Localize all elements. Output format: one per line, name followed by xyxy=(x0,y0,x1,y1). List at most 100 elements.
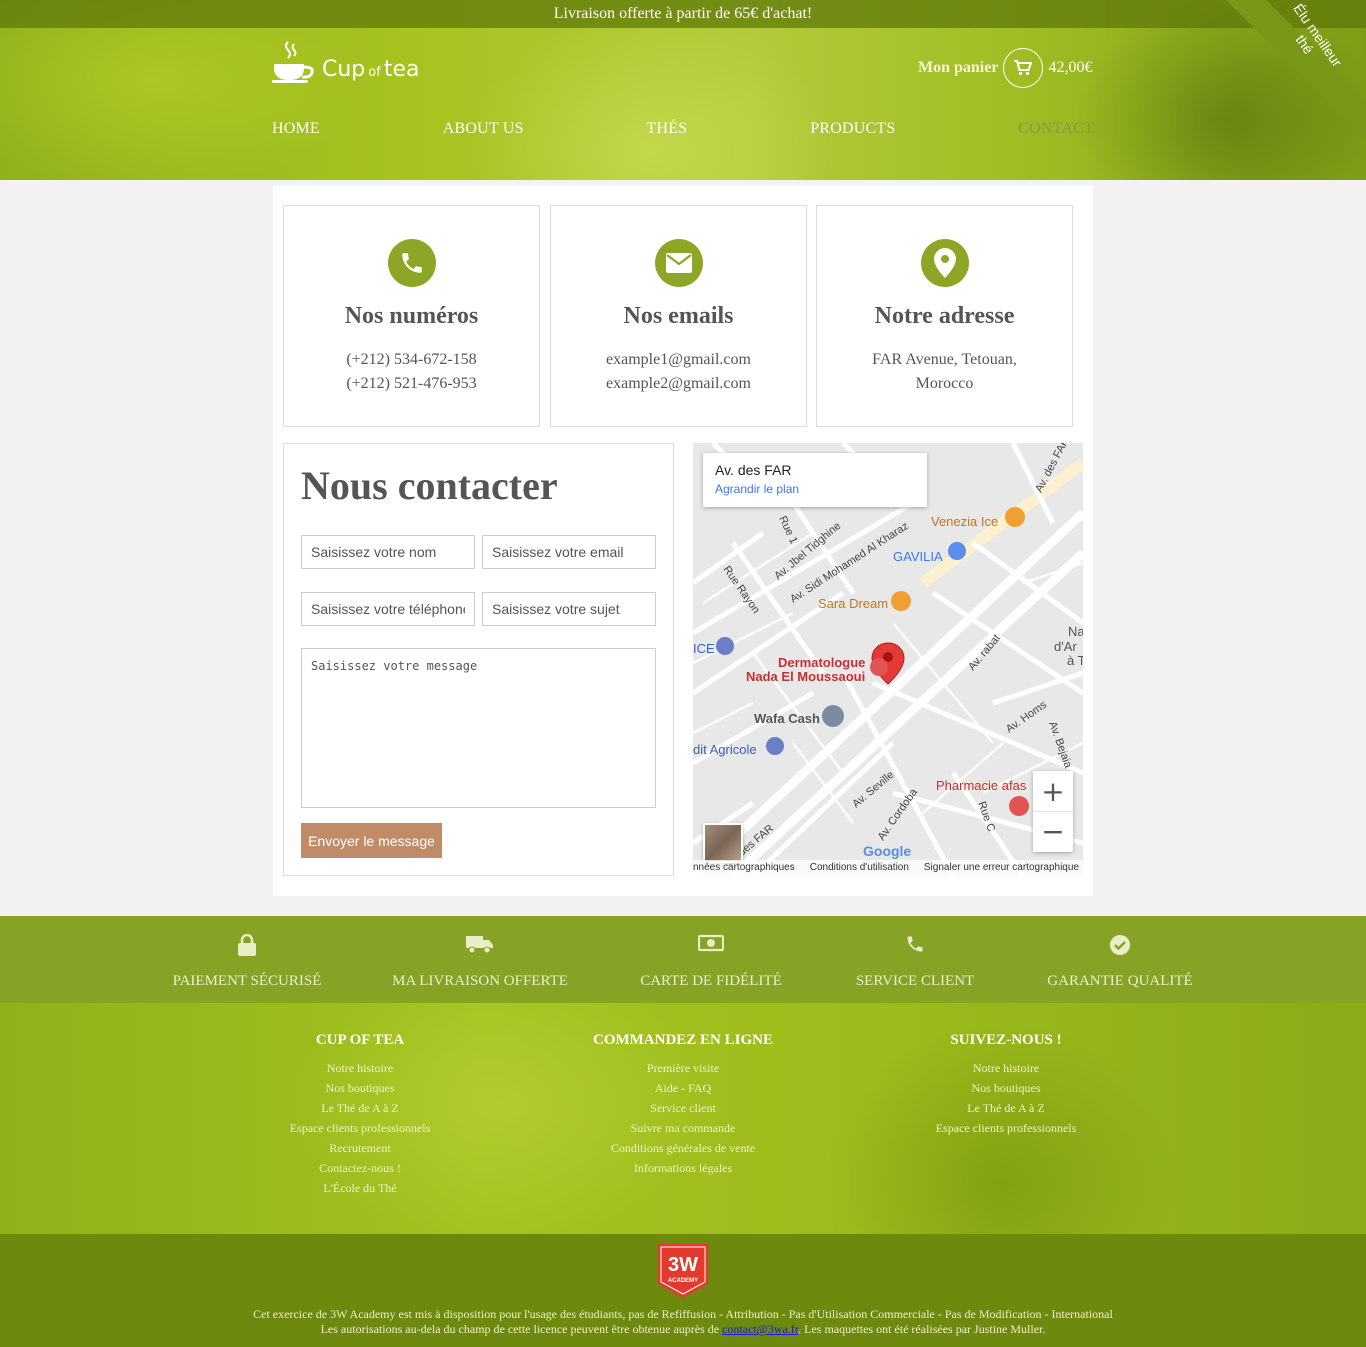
logo-wordmark: Cup of tea xyxy=(322,57,419,82)
map-label-sara: Sara Dream xyxy=(818,596,888,611)
svg-text:3W: 3W xyxy=(668,1254,698,1276)
map-tiles: Venezia Ice GAVILIA Sara Dream Dermatolo… xyxy=(693,443,1083,876)
map-data-link[interactable]: nnées cartographiques xyxy=(693,862,795,876)
name-input[interactable] xyxy=(301,535,475,569)
service-secure-payment: PAIEMENT SÉCURISÉ xyxy=(162,934,332,990)
map-label-na3: à T xyxy=(1067,653,1083,668)
email-1: example1@gmail.com xyxy=(606,351,751,368)
contact-email-link[interactable]: contact@3wa.fr xyxy=(722,1322,798,1336)
footer-link[interactable]: L'École du Thé xyxy=(260,1178,460,1198)
logo-word-tea: tea xyxy=(383,57,420,82)
footer-link[interactable]: Le Thé de A à Z xyxy=(260,1098,460,1118)
footer-link[interactable]: Service client xyxy=(573,1098,793,1118)
contact-form-title: Nous contacter xyxy=(301,463,558,508)
footer-link[interactable]: Suivre ma commande xyxy=(573,1118,793,1138)
nav-about-us[interactable]: ABOUT US xyxy=(443,120,524,138)
cart-widget[interactable]: Mon panier 42,00€ xyxy=(918,48,1092,88)
nav-home[interactable]: HOME xyxy=(272,120,320,138)
map-label-pharmacie: Pharmacie afas xyxy=(936,778,1027,793)
legal-line-2: Les autorisations au-dela du champ de ce… xyxy=(0,1322,1366,1337)
map-label-venezia: Venezia Ice xyxy=(931,514,998,529)
3w-academy-badge[interactable]: 3W ACADEMY xyxy=(658,1244,708,1298)
legal-notice: Cet exercice de 3W Academy est mis à dis… xyxy=(0,1307,1366,1337)
phone-icon xyxy=(907,936,923,952)
footer-col-follow-us: SUIVEZ-NOUS ! Notre histoire Nos boutiqu… xyxy=(906,1032,1106,1138)
map-pin-icon xyxy=(920,239,969,287)
send-message-button[interactable]: Envoyer le message xyxy=(301,823,442,858)
services-bar: PAIEMENT SÉCURISÉ MA LIVRAISON OFFERTE C… xyxy=(0,916,1366,1003)
map-zoom-control: + − xyxy=(1033,771,1073,852)
message-textarea[interactable] xyxy=(301,648,656,808)
satellite-toggle[interactable] xyxy=(703,823,743,863)
site-header: Livraison offerte à partir de 65€ d'acha… xyxy=(0,0,1366,180)
footer-link[interactable]: Informations légales xyxy=(573,1158,793,1178)
map-label-ice: ICE xyxy=(693,641,715,656)
map-label-credit: dit Agricole xyxy=(693,742,757,757)
address-line-2: Morocco xyxy=(915,375,974,392)
zoom-in-button[interactable]: + xyxy=(1033,771,1073,811)
service-label: GARANTIE QUALITÉ xyxy=(1047,973,1193,989)
envelope-icon xyxy=(654,239,703,287)
phone-input[interactable] xyxy=(301,592,475,626)
money-bill-icon xyxy=(698,934,724,952)
nav-contact[interactable]: CONTACT xyxy=(1018,120,1094,138)
cart-total: 42,00€ xyxy=(1048,59,1093,76)
footer-link[interactable]: Recrutement xyxy=(260,1138,460,1158)
promo-banner: Livraison offerte à partir de 65€ d'acha… xyxy=(0,0,1366,28)
service-quality-guarantee: GARANTIE QUALITÉ xyxy=(1040,934,1200,990)
footer-link[interactable]: Notre histoire xyxy=(260,1058,460,1078)
contact-section: Nos numéros (+212) 534-672-158 (+212) 52… xyxy=(273,186,1093,896)
legal-text: . Les maquettes ont été réalisées par Ju… xyxy=(798,1322,1046,1336)
map-enlarge-link[interactable]: Agrandir le plan xyxy=(715,482,915,496)
phone-number-2: (+212) 521-476-953 xyxy=(346,375,477,392)
map-label-gavilia: GAVILIA xyxy=(893,549,943,564)
map-terms-link[interactable]: Conditions d'utilisation xyxy=(810,862,909,876)
map-label-wafa: Wafa Cash xyxy=(754,711,820,726)
lock-icon xyxy=(238,934,256,956)
email-card-title: Nos emails xyxy=(623,303,734,329)
phone-icon xyxy=(387,239,436,287)
service-customer-service: SERVICE CLIENT xyxy=(845,934,985,990)
map-label-derm1: Dermatologue xyxy=(778,655,865,670)
footer-col-title: SUIVEZ-NOUS ! xyxy=(950,1032,1062,1048)
footer-link[interactable]: Première visite xyxy=(573,1058,793,1078)
map-label-derm2: Nada El Moussaoui xyxy=(746,669,865,684)
footer-link[interactable]: Nos boutiques xyxy=(260,1078,460,1098)
email-input[interactable] xyxy=(482,535,656,569)
logo-word-of: of xyxy=(368,65,381,80)
footer-link[interactable]: Espace clients professionnels xyxy=(260,1118,460,1138)
map-embed[interactable]: Venezia Ice GAVILIA Sara Dream Dermatolo… xyxy=(693,443,1083,876)
site-footer: CUP OF TEA Notre histoire Nos boutiques … xyxy=(0,1003,1366,1234)
service-free-delivery: MA LIVRAISON OFFERTE xyxy=(390,934,570,990)
map-attribution: nnées cartographiques Conditions d'utili… xyxy=(693,860,1083,876)
teacup-icon xyxy=(272,41,314,83)
service-label: SERVICE CLIENT xyxy=(855,973,975,989)
footer-link[interactable]: Espace clients professionnels xyxy=(906,1118,1106,1138)
subject-input[interactable] xyxy=(482,592,656,626)
footer-link[interactable]: Contactez-nous ! xyxy=(260,1158,460,1178)
footer-link[interactable]: Notre histoire xyxy=(906,1058,1106,1078)
map-label-na2: d'Ar xyxy=(1054,639,1077,654)
email-2: example2@gmail.com xyxy=(606,375,751,392)
footer-col-order-online: COMMANDEZ EN LIGNE Première visite Aide … xyxy=(573,1032,793,1178)
cart-button[interactable] xyxy=(1003,48,1044,88)
check-circle-icon xyxy=(1110,935,1130,955)
google-logo: Google xyxy=(863,843,912,859)
zoom-out-button[interactable]: − xyxy=(1033,811,1073,851)
map-label-na1: Na xyxy=(1068,624,1083,639)
footer-link[interactable]: Le Thé de A à Z xyxy=(906,1098,1106,1118)
map-place-name: Av. des FAR xyxy=(715,462,792,478)
nav-thes[interactable]: THÉS xyxy=(647,120,688,138)
footer-link[interactable]: Aide - FAQ xyxy=(573,1078,793,1098)
contact-form: Nous contacter Envoyer le message xyxy=(283,443,674,876)
nav-products[interactable]: PRODUCTS xyxy=(810,120,895,138)
footer-col-title: COMMANDEZ EN LIGNE xyxy=(592,1032,773,1048)
phone-card: Nos numéros (+212) 534-672-158 (+212) 52… xyxy=(283,205,540,427)
map-report-link[interactable]: Signaler une erreur cartographique xyxy=(924,862,1079,876)
service-loyalty-card: CARTE DE FIDÉLITÉ xyxy=(630,934,792,990)
legal-text: Les autorisations au-dela du champ de ce… xyxy=(320,1322,720,1336)
site-logo[interactable]: Cup of tea xyxy=(272,40,419,84)
svg-text:ACADEMY: ACADEMY xyxy=(668,1278,698,1284)
footer-link[interactable]: Nos boutiques xyxy=(906,1078,1106,1098)
footer-link[interactable]: Conditions générales de vente xyxy=(573,1138,793,1158)
